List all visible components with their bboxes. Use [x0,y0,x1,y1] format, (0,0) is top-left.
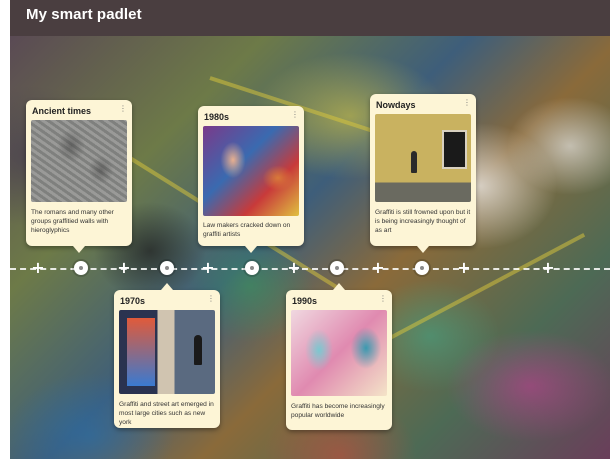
add-post-plus-icon[interactable]: + [286,258,302,278]
add-post-plus-icon[interactable]: + [116,258,132,278]
card-pointer [417,246,429,253]
post-image-street-art-wall [375,114,471,202]
post-description: Graffiti and street art emerged in most … [119,401,214,426]
page-title: My smart padlet [26,6,142,23]
post-card-1990s[interactable]: 1990s ⋮ Graffiti has become increasingly… [286,283,392,430]
add-post-plus-icon[interactable]: + [200,258,216,278]
more-options-icon[interactable]: ⋮ [463,98,471,107]
photo-stencil-figure [411,150,418,173]
post-image-1980s-graffiti [203,126,299,216]
timeline-node-1970s[interactable] [160,261,174,275]
post-card-ancient-times[interactable]: Ancient times ⋮ The romans and many othe… [26,100,132,253]
post-image-1990s-faces [291,310,387,396]
photo-mural [126,318,156,386]
post-image-hieroglyphics [31,120,127,202]
post-title: 1970s [120,296,146,306]
card-pointer [245,246,257,253]
post-title: 1990s [292,296,318,306]
card-pointer [73,246,85,253]
timeline-node-nowdays[interactable] [415,261,429,275]
photo-person [193,335,202,366]
post-card-1970s[interactable]: 1970s ⋮ Graffiti and street art emerged … [114,283,220,428]
post-title: Ancient times [32,106,92,116]
padlet-app: My smart padlet + + + + + + + Ancient ti… [10,0,610,459]
card-pointer [161,283,173,290]
more-options-icon[interactable]: ⋮ [291,110,299,119]
post-title: Nowdays [376,100,416,110]
add-post-plus-icon[interactable]: + [30,258,46,278]
add-post-plus-icon[interactable]: + [540,258,556,278]
post-description: Graffiti is still frowned upon but it is… [375,209,471,234]
post-description: Law makers cracked down on graffiti arti… [203,222,291,238]
more-options-icon[interactable]: ⋮ [379,294,387,303]
post-description: Graffiti has become increasingly popular… [291,403,385,419]
more-options-icon[interactable]: ⋮ [119,104,127,113]
card-pointer [333,283,345,290]
post-card-nowdays[interactable]: Nowdays ⋮ Graffiti is still frowned upon… [370,94,476,253]
header-bar: My smart padlet [10,0,610,36]
timeline-node-1990s[interactable] [330,261,344,275]
add-post-plus-icon[interactable]: + [370,258,386,278]
add-post-plus-icon[interactable]: + [456,258,472,278]
timeline-line [10,268,610,270]
photo-window [442,129,468,170]
post-title: 1980s [204,112,230,122]
timeline-node-1980s[interactable] [245,261,259,275]
post-description: The romans and many other groups graffit… [31,209,114,234]
more-options-icon[interactable]: ⋮ [207,294,215,303]
post-image-subway-art [119,310,215,394]
timeline-node-ancient[interactable] [74,261,88,275]
post-card-1980s[interactable]: 1980s ⋮ Law makers cracked down on graff… [198,106,304,253]
